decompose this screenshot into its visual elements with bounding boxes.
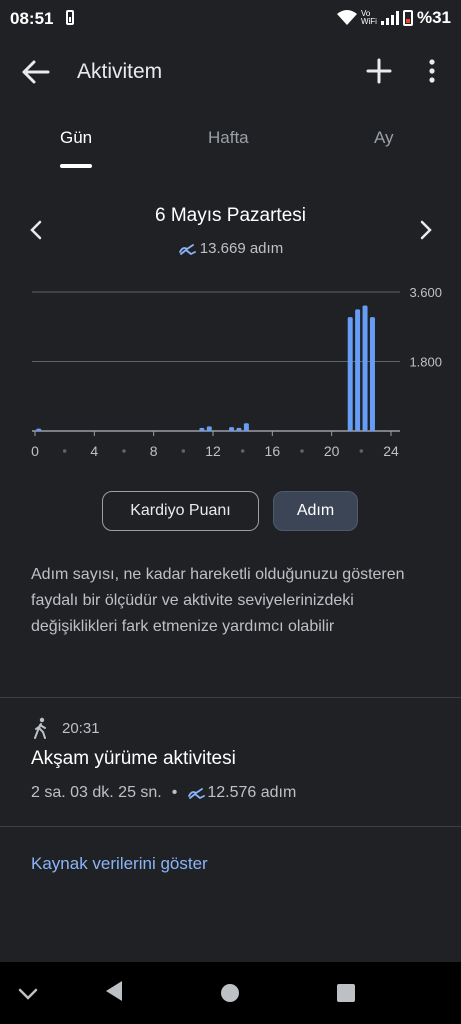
meta-separator: • xyxy=(171,784,178,801)
battery-saver-icon xyxy=(66,10,74,25)
x-tick-label: 4 xyxy=(90,443,98,459)
page-title: Aktivitem xyxy=(77,60,163,83)
x-tick-label: 0 xyxy=(31,443,39,459)
nav-home-icon[interactable] xyxy=(220,983,240,1003)
walking-icon xyxy=(34,717,46,739)
session-steps-value: 12.576 adım xyxy=(207,784,297,801)
nav-back-icon[interactable] xyxy=(104,980,124,1002)
tab-indicator xyxy=(60,164,92,168)
date-title: 6 Mayıs Pazartesi xyxy=(155,205,306,226)
session-time: 20:31 xyxy=(62,720,100,737)
chevron-down-icon[interactable] xyxy=(18,988,38,1000)
divider xyxy=(0,697,461,698)
step-bar xyxy=(36,428,42,431)
x-tick-label: 8 xyxy=(150,443,158,459)
x-tick-label: 16 xyxy=(265,443,281,459)
x-tick-label: 24 xyxy=(383,443,399,459)
battery-percent: %31 xyxy=(416,8,451,27)
session-steps: 12.576 adım xyxy=(187,784,296,802)
tab-week[interactable]: Hafta xyxy=(208,128,249,148)
back-arrow-icon[interactable] xyxy=(20,58,52,86)
metric-description: Adım sayısı, ne kadar hareketli olduğunu… xyxy=(31,566,405,635)
status-time: 08:51 xyxy=(10,9,54,28)
x-tick-dot xyxy=(62,449,67,453)
step-bar xyxy=(199,427,205,431)
x-tick-dot xyxy=(240,449,245,453)
steps-chart: 3.600 1.800 0 4 8 12 16 20 24 xyxy=(31,285,442,459)
status-icons: Vo WiFi %31 xyxy=(336,8,451,28)
steps-icon xyxy=(188,788,206,799)
step-bar xyxy=(206,426,212,431)
period-tabs: Gün Hafta Ay xyxy=(0,120,461,172)
session-meta: 2 sa. 03 dk. 25 sn. • 12.576 adım xyxy=(31,784,296,802)
step-bar xyxy=(369,317,375,431)
step-bar xyxy=(243,423,249,431)
steps-chip[interactable]: Adım xyxy=(273,491,358,531)
nav-recents-icon[interactable] xyxy=(336,983,356,1003)
tab-day[interactable]: Gün xyxy=(60,128,92,148)
session-duration: 2 sa. 03 dk. 25 sn. xyxy=(31,784,162,801)
x-tick-dot xyxy=(300,449,304,453)
step-bar xyxy=(236,427,242,431)
metric-toggle: Kardiyo Puanı Adım xyxy=(0,491,461,533)
signal-icon xyxy=(380,11,399,25)
daily-steps-value: 13.669 adım xyxy=(199,240,284,257)
battery-icon xyxy=(402,10,413,26)
step-bar xyxy=(229,427,235,431)
cardio-points-chip[interactable]: Kardiyo Puanı xyxy=(102,491,259,531)
volte-bottom: WiFi xyxy=(360,17,377,26)
y-tick-label: 3.600 xyxy=(409,285,442,300)
y-tick-label: 1.800 xyxy=(409,355,442,370)
chevron-right-icon[interactable] xyxy=(416,218,436,242)
x-tick-dot xyxy=(359,449,364,453)
system-nav-bar xyxy=(0,962,461,1024)
more-vert-icon[interactable] xyxy=(420,58,444,84)
step-bar xyxy=(362,305,368,431)
status-bar: 08:51 Vo WiFi %31 xyxy=(0,0,461,38)
daily-steps-summary: 13.669 adım xyxy=(0,240,461,257)
step-bar xyxy=(355,309,361,431)
divider xyxy=(0,826,461,827)
step-bar xyxy=(347,317,353,431)
add-icon[interactable] xyxy=(366,58,392,84)
steps-icon xyxy=(178,244,196,255)
x-tick-label: 20 xyxy=(324,443,340,459)
wifi-icon xyxy=(336,10,357,25)
app-bar: Aktivitem xyxy=(0,38,461,106)
x-tick-dot xyxy=(122,449,126,453)
volte-indicator: Vo WiFi xyxy=(361,10,377,26)
session-title[interactable]: Akşam yürüme aktivitesi xyxy=(31,748,236,770)
x-tick-dot xyxy=(181,449,186,453)
tab-month[interactable]: Ay xyxy=(374,128,394,148)
x-tick-label: 12 xyxy=(205,443,221,459)
show-source-data-link[interactable]: Kaynak verilerini göster xyxy=(31,854,208,874)
